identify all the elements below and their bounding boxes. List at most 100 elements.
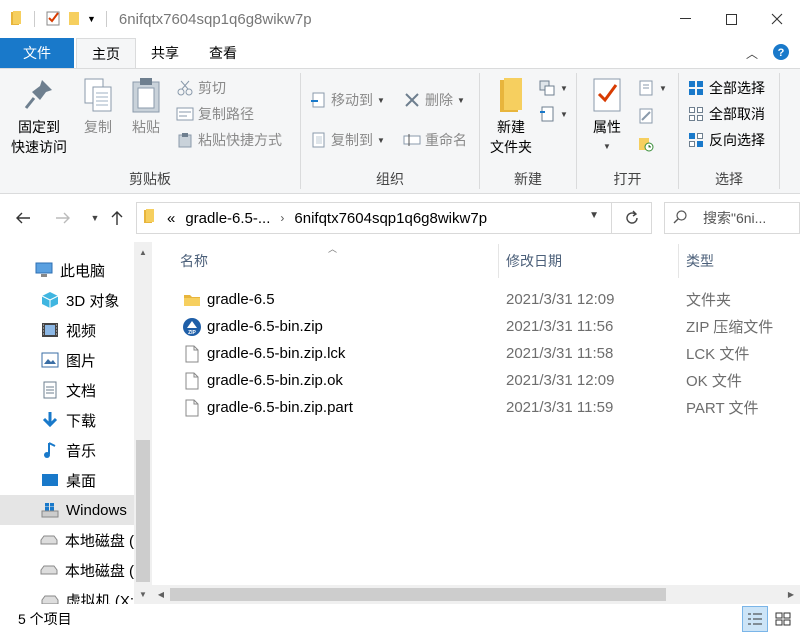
refresh-button[interactable] [612,202,652,234]
easy-access-button[interactable]: ▼ [538,103,568,125]
ribbon-right-controls: ︿ ? [746,38,800,68]
scroll-left-icon[interactable]: ◀ [152,585,170,604]
easy-access-icon [538,105,556,123]
collapse-ribbon-icon[interactable]: ︿ [746,45,758,62]
breadcrumb-current[interactable]: 6nifqtx7604sqp1q6g8wikw7p [294,210,487,227]
select-all-button[interactable]: 全部选择 [687,77,765,99]
help-icon[interactable]: ? [772,43,790,64]
new-folder-button[interactable]: 新建 文件夹 [486,75,536,157]
breadcrumb-chevron-icon[interactable]: › [280,211,284,225]
nav-item-local-disk[interactable]: 本地磁盘 ( [0,525,134,555]
svg-text:?: ? [778,47,785,59]
address-bar[interactable]: « gradle-6.5-... › 6nifqtx7604sqp1q6g8wi… [136,202,612,234]
invert-selection-icon [687,131,705,149]
delete-button[interactable]: 删除 ▼ [403,89,465,111]
customize-quick-access-icon[interactable]: ▼ [87,14,96,24]
breadcrumb-overflow[interactable]: « [167,210,175,227]
table-row[interactable]: gradle-6.5-bin.zip.part 2021/3/31 11:59 … [172,394,792,421]
details-view-button[interactable] [742,606,768,632]
new-item-button[interactable]: ▼ [538,77,568,99]
cut-button[interactable]: 剪切 [176,77,226,99]
ribbon-tabs: 文件 主页 共享 查看 ︿ ? [0,38,800,68]
history-button[interactable] [637,133,655,155]
nav-item-3d-objects[interactable]: 3D 对象 [0,285,134,315]
copy-to-button[interactable]: 复制到 ▼ [309,129,385,151]
tab-view[interactable]: 查看 [194,38,252,68]
scroll-right-icon[interactable]: ▶ [782,585,800,604]
address-dropdown-icon[interactable]: ▼ [589,210,599,221]
nav-item-downloads[interactable]: 下载 [0,405,134,435]
search-box[interactable]: 搜索"6ni... [664,202,800,234]
copy-path-icon [176,105,194,123]
pin-quick-access-button[interactable]: 固定到 快速访问 [8,75,70,157]
nav-item-desktop[interactable]: 桌面 [0,465,134,495]
close-button[interactable] [754,0,800,38]
properties-quick-icon[interactable] [45,10,61,29]
copy-button[interactable]: 复制 [78,75,118,137]
nav-scrollbar[interactable]: ▲ ▼ [134,242,152,604]
invert-selection-button[interactable]: 反向选择 [687,129,765,151]
table-row[interactable]: gradle-6.5-bin.zip.ok 2021/3/31 12:09 OK… [172,367,792,394]
forward-button[interactable] [52,206,74,230]
window-title: 6nifqtx7604sqp1q6g8wikw7p [118,10,312,28]
up-button[interactable] [106,206,128,230]
nav-item-documents[interactable]: 文档 [0,375,134,405]
new-folder-label-line2: 文件夹 [490,139,532,155]
paste-button[interactable]: 粘贴 [126,75,166,137]
properties-label: 属性 [593,119,621,135]
open-button[interactable]: ▼ [637,77,667,99]
nav-item-pictures[interactable]: 图片 [0,345,134,375]
breadcrumb-item[interactable]: gradle-6.5-... [185,210,270,227]
nav-item-local-disk-2[interactable]: 本地磁盘 ( [0,555,134,585]
nav-item-this-pc[interactable]: 此电脑 [0,255,134,285]
horizontal-scrollbar[interactable]: ◀ ▶ [152,585,800,604]
minimize-button[interactable] [662,0,708,38]
group-label-organize: 组织 [376,171,404,187]
file-list: ︿ 名称 修改日期 类型 gradle-6.5 2021/3/31 12:09 … [152,242,800,604]
large-icons-view-button[interactable] [770,606,796,632]
copy-path-button[interactable]: 复制路径 [176,103,254,125]
nav-item-label: 图片 [66,352,97,370]
select-none-button[interactable]: 全部取消 [687,103,765,125]
download-icon [40,410,60,430]
column-header-date[interactable]: 修改日期 [498,242,676,280]
tab-share[interactable]: 共享 [136,38,194,68]
recent-locations-button[interactable]: ▼ [84,206,106,230]
back-button[interactable] [12,206,34,230]
group-select: 全部选择 全部取消 反向选择 选择 [679,69,779,193]
table-row[interactable]: gradle-6.5 2021/3/31 12:09 文件夹 [172,286,792,313]
scroll-down-icon[interactable]: ▼ [134,586,152,602]
copy-label: 复制 [84,119,112,135]
tab-home[interactable]: 主页 [76,38,136,68]
select-all-label: 全部选择 [709,80,765,96]
paste-shortcut-label: 粘贴快捷方式 [198,132,282,148]
tab-file[interactable]: 文件 [0,38,74,68]
table-row[interactable]: ZIP gradle-6.5-bin.zip 2021/3/31 11:56 Z… [172,313,792,340]
move-to-button[interactable]: 移动到 ▼ [309,89,385,111]
pictures-icon [40,350,60,370]
open-icon [637,79,655,97]
properties-button[interactable]: 属性 ▼ [583,75,631,157]
paste-shortcut-button[interactable]: 粘贴快捷方式 [176,129,282,151]
maximize-button[interactable] [708,0,754,38]
rename-button[interactable]: 重命名 [403,129,467,151]
nav-scrollbar-thumb[interactable] [136,440,150,582]
nav-item-windows-drive[interactable]: Windows [0,495,134,525]
table-row[interactable]: gradle-6.5-bin.zip.lck 2021/3/31 11:58 L… [172,340,792,367]
nav-item-videos[interactable]: 视频 [0,315,134,345]
nav-item-label: 虚拟机 (X: [65,592,134,605]
scroll-up-icon[interactable]: ▲ [134,244,152,260]
copy-icon [80,75,116,115]
edit-button[interactable] [637,105,655,127]
file-name: gradle-6.5-bin.zip.lck [207,345,346,362]
nav-item-music[interactable]: 音乐 [0,435,134,465]
nav-item-label: 本地磁盘 ( [64,562,134,580]
horizontal-scrollbar-thumb[interactable] [170,588,666,601]
column-header-type[interactable]: 类型 [678,242,798,280]
column-header-name[interactable]: 名称 [172,242,496,280]
nav-item-label: 下载 [66,412,97,430]
nav-item-virtual-machine[interactable]: 虚拟机 (X: [0,585,134,604]
new-item-icon [538,79,556,97]
delete-label: 删除 [425,92,453,108]
new-folder-quick-icon[interactable] [67,10,81,29]
